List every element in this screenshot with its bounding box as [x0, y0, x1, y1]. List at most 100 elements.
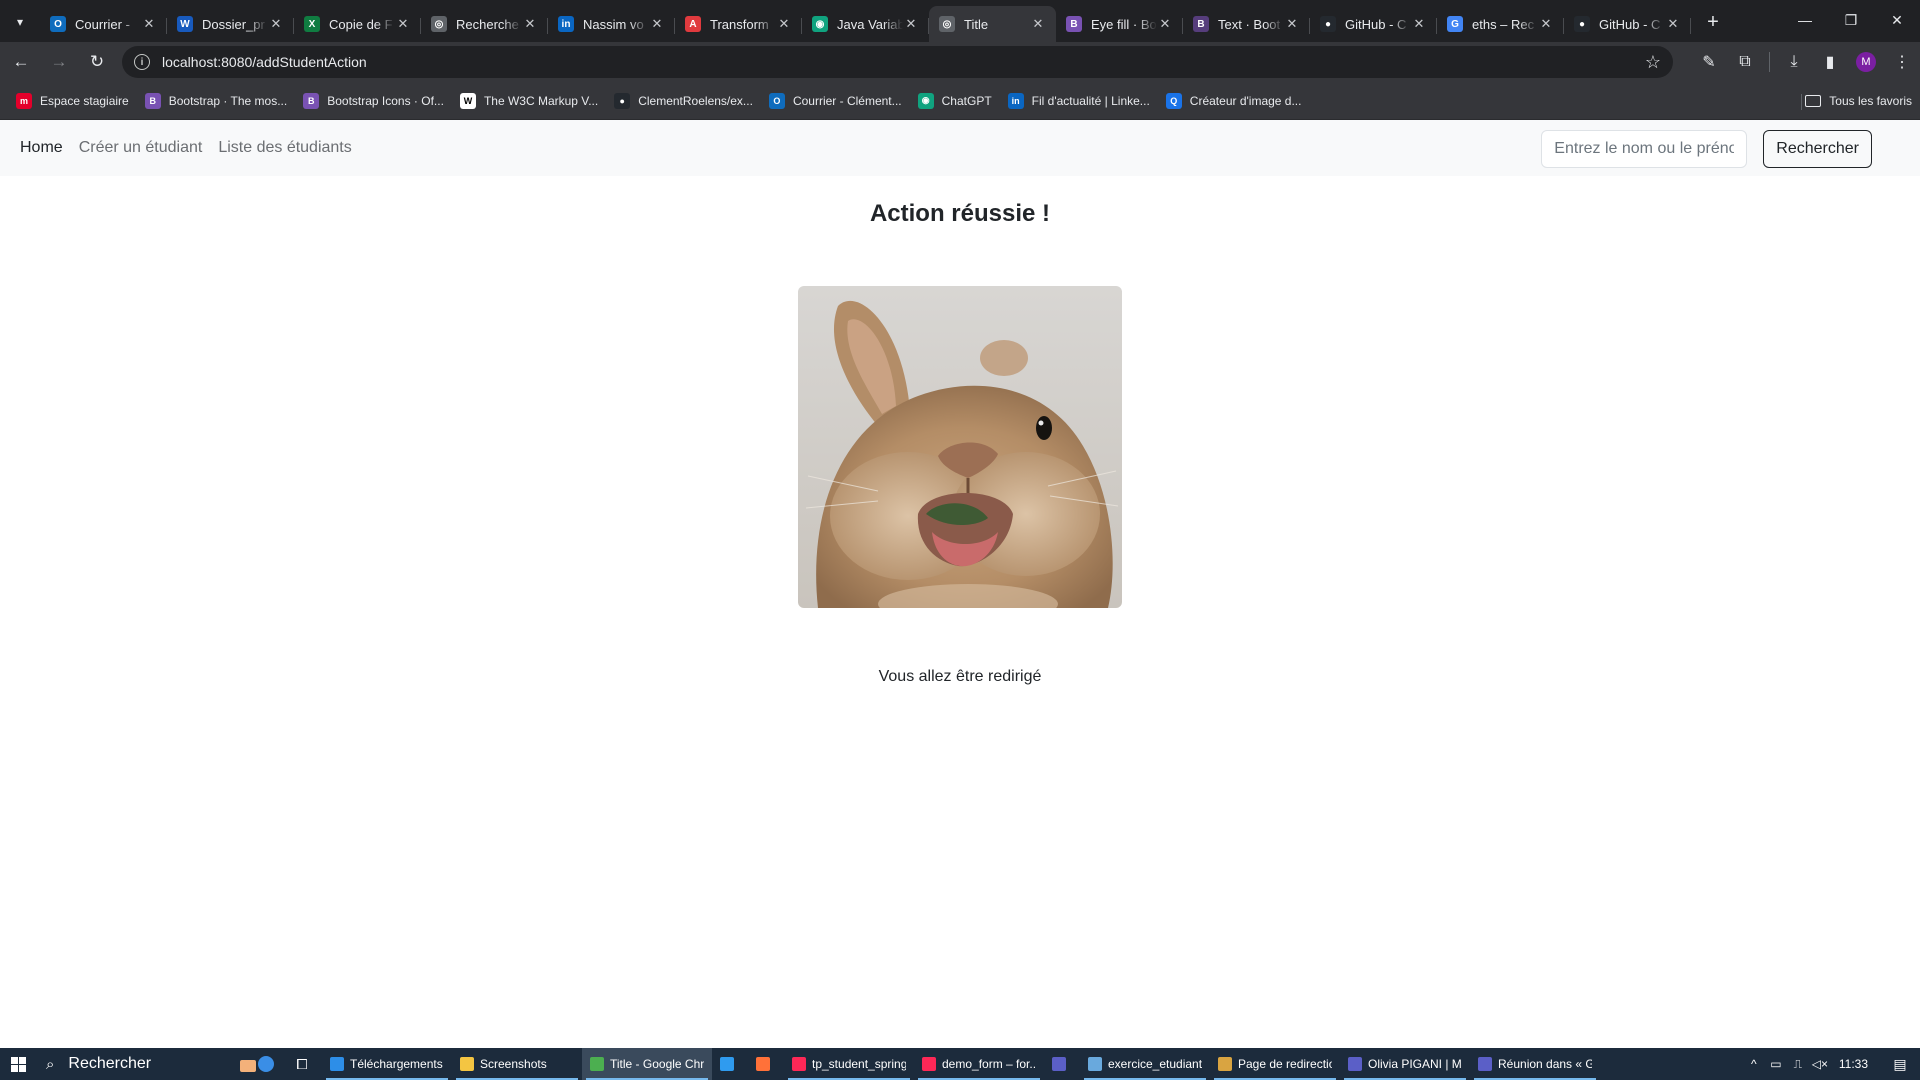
bookmark-star-icon[interactable]: ☆	[1645, 52, 1661, 73]
address-bar[interactable]: i localhost:8080/addStudentAction ☆	[122, 46, 1673, 78]
taskbar-app[interactable]	[748, 1048, 784, 1080]
tab-title: Text · Boot	[1218, 16, 1281, 32]
browser-tab[interactable]: ● GitHub - C ✕	[1564, 6, 1691, 42]
restore-button[interactable]: ❐	[1828, 0, 1874, 40]
all-bookmarks-button[interactable]: Tous les favoris	[1805, 87, 1912, 115]
bookmark-favicon-icon: Q	[1165, 92, 1182, 109]
folder-icon	[460, 1057, 474, 1071]
browser-tab[interactable]: W Dossier_pr ✕	[167, 6, 294, 42]
bookmark-favicon-icon: W	[459, 92, 476, 109]
task-view-icon[interactable]: ⧠	[282, 1048, 322, 1080]
download-icon[interactable]: ⤓	[1776, 44, 1812, 80]
close-tab-icon[interactable]: ✕	[1411, 16, 1427, 32]
bookmark-item[interactable]: in Fil d'actualité | Linke...	[1000, 87, 1158, 115]
search-icon: ⌕	[46, 1055, 55, 1073]
nav-link-student-list[interactable]: Liste des étudiants	[218, 139, 351, 157]
browser-tab[interactable]: ◉ Java Variab ✕	[802, 6, 929, 42]
web-page: Home Créer un étudiant Liste des étudian…	[0, 120, 1920, 1048]
clock[interactable]: 11:33	[1839, 1057, 1868, 1071]
tab-list: O Courrier - ✕ W Dossier_pr ✕ X Copie de F ✕ ◎ Re…	[40, 0, 1691, 42]
pen-icon[interactable]: ✎	[1691, 44, 1727, 80]
taskbar-app[interactable]: Screenshots	[452, 1048, 582, 1080]
nav-link-home[interactable]: Home	[20, 139, 63, 157]
taskbar-app[interactable]: Olivia PIGANI | Mi...	[1340, 1048, 1470, 1080]
close-tab-icon[interactable]: ✕	[1538, 16, 1554, 32]
bookmark-item[interactable]: m Espace stagiaire	[8, 87, 137, 115]
bookmark-label: Espace stagiaire	[40, 93, 129, 108]
browser-tab[interactable]: in Nassim vo ✕	[548, 6, 675, 42]
chevron-up-icon[interactable]: ^	[1743, 1057, 1765, 1071]
browser-tab[interactable]: X Copie de F ✕	[294, 6, 421, 42]
close-tab-icon[interactable]: ✕	[1284, 16, 1300, 32]
nav-link-create-student[interactable]: Créer un étudiant	[79, 139, 203, 157]
taskbar-app[interactable]: Réunion dans « G...	[1470, 1048, 1600, 1080]
taskbar-app[interactable]	[712, 1048, 748, 1080]
search-input[interactable]	[1541, 130, 1748, 168]
bookmark-item[interactable]: Q Créateur d'image d...	[1158, 87, 1310, 115]
browser-tab[interactable]: B Text · Boot ✕	[1183, 6, 1310, 42]
google-icon: G	[1447, 16, 1463, 32]
bookmark-item[interactable]: B Bootstrap Icons · Of...	[295, 87, 452, 115]
network-icon[interactable]: ⎍	[1787, 1057, 1809, 1072]
bookmark-item[interactable]: O Courrier - Clément...	[761, 87, 910, 115]
tab-search-button[interactable]: ▾	[6, 8, 34, 36]
extensions-icon[interactable]: ⧉	[1727, 44, 1763, 80]
close-tab-icon[interactable]: ✕	[1157, 16, 1173, 32]
notification-icon[interactable]: ▤	[1880, 1048, 1920, 1080]
back-button[interactable]: ←	[4, 45, 38, 79]
browser-tab[interactable]: B Eye fill · Bo ✕	[1056, 6, 1183, 42]
bookmarks-divider	[1801, 94, 1802, 110]
bookmark-label: Bootstrap · The mos...	[168, 93, 288, 108]
close-tab-icon[interactable]: ✕	[776, 16, 792, 32]
new-tab-button[interactable]: +	[1699, 8, 1727, 36]
volume-icon[interactable]: ◁×	[1809, 1057, 1831, 1071]
bookmark-item[interactable]: ● ClementRoelens/ex...	[606, 87, 761, 115]
browser-tab[interactable]: O Courrier - ✕	[40, 6, 167, 42]
bookmark-item[interactable]: ◉ ChatGPT	[910, 87, 1000, 115]
close-tab-icon[interactable]: ✕	[522, 16, 538, 32]
system-tray: ^ ▭ ⎍ ◁× 11:33 ▤	[1743, 1048, 1920, 1080]
taskbar-app-label: demo_form – for...	[942, 1057, 1036, 1071]
close-window-button[interactable]: ✕	[1874, 0, 1920, 40]
display-icon[interactable]: ▭	[1765, 1057, 1787, 1071]
close-tab-icon[interactable]: ✕	[649, 16, 665, 32]
browser-tab[interactable]: ◎ Recherche ✕	[421, 6, 548, 42]
avatar: M	[1856, 52, 1876, 72]
close-tab-icon[interactable]: ✕	[141, 16, 157, 32]
minimize-button[interactable]: —	[1782, 0, 1828, 40]
taskbar-app-label: Olivia PIGANI | Mi...	[1368, 1057, 1462, 1071]
search-button[interactable]: Rechercher	[1763, 130, 1872, 168]
taskbar-app[interactable]	[1044, 1048, 1080, 1080]
side-panel-icon[interactable]: ▮	[1812, 44, 1848, 80]
bookmark-favicon-icon: ●	[614, 92, 631, 109]
menu-kebab-icon[interactable]: ⋮	[1884, 44, 1920, 80]
browser-tab[interactable]: ◎ Title ✕	[929, 6, 1056, 42]
bookmark-item[interactable]: W The W3C Markup V...	[452, 87, 606, 115]
site-navbar: Home Créer un étudiant Liste des étudian…	[0, 120, 1920, 176]
browser-tab[interactable]: ● GitHub - C ✕	[1310, 6, 1437, 42]
start-button[interactable]	[0, 1048, 36, 1080]
bookmark-label: Courrier - Clément...	[792, 93, 902, 108]
close-tab-icon[interactable]: ✕	[268, 16, 284, 32]
close-tab-icon[interactable]: ✕	[395, 16, 411, 32]
profile-button[interactable]: M	[1848, 44, 1884, 80]
taskbar-app[interactable]: tp_student_spring ...	[784, 1048, 914, 1080]
tab-title: Dossier_pr	[202, 16, 265, 32]
site-info-icon[interactable]: i	[134, 54, 150, 70]
taskbar-search[interactable]: ⌕ Rechercher	[36, 1048, 232, 1080]
forward-button[interactable]: →	[42, 45, 76, 79]
browser-tab[interactable]: A Transform ✕	[675, 6, 802, 42]
close-tab-icon[interactable]: ✕	[903, 16, 919, 32]
bookmark-label: Créateur d'image d...	[1189, 93, 1302, 108]
taskbar-app[interactable]: demo_form – for...	[914, 1048, 1044, 1080]
bookmark-item[interactable]: B Bootstrap · The mos...	[137, 87, 296, 115]
taskbar-app[interactable]: Title - Google Chr...	[582, 1048, 712, 1080]
close-tab-icon[interactable]: ✕	[1030, 16, 1046, 32]
reload-button[interactable]: ↻	[80, 45, 114, 79]
adobe-icon: A	[685, 16, 701, 32]
browser-tab[interactable]: Geths – Rec ✕	[1437, 6, 1564, 42]
taskbar-app[interactable]: Téléchargements	[322, 1048, 452, 1080]
taskbar-app[interactable]: Page de redirectio...	[1210, 1048, 1340, 1080]
taskbar-app[interactable]: exercice_etudiant ...	[1080, 1048, 1210, 1080]
close-tab-icon[interactable]: ✕	[1665, 16, 1681, 32]
